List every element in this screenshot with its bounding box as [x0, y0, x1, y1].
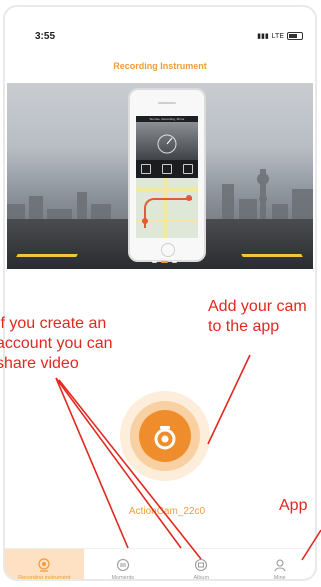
album-icon [195, 558, 208, 572]
dashcam-icon [154, 426, 176, 450]
tab-label: Moments [111, 575, 135, 581]
annotation-share-line1: If you create an [0, 315, 107, 332]
annotation-app: App [279, 497, 308, 514]
tab-recording-instrument[interactable]: Recording instrument [5, 549, 84, 581]
share-icon [116, 558, 129, 572]
network-label: LTE [271, 32, 284, 40]
speedometer-icon [157, 134, 177, 154]
phone-frame: 3:55 ▮▮▮ LTE Recording Instrument Sunris… [3, 5, 317, 581]
road-lane-mark [241, 254, 303, 257]
tab-mine[interactable]: Mine [241, 549, 316, 581]
camera-icon [38, 558, 50, 572]
map-pin-icon [142, 218, 148, 224]
page-title: Recording Instrument [113, 61, 207, 71]
phone-mockup-screen: Sunrise, Recording, Mirror [136, 116, 198, 238]
status-indicators: ▮▮▮ LTE [257, 32, 303, 40]
person-icon [274, 559, 286, 572]
map-pin-icon [186, 195, 192, 201]
tab-label: Mine [273, 575, 286, 581]
tab-label: Recording instrument [18, 575, 71, 581]
annotation-share-line3: share video [0, 355, 79, 372]
phone-mockup-image: Sunrise, Recording, Mirror [128, 88, 206, 262]
annotation-share-line2: account you can [0, 335, 113, 352]
status-time: 3:55 [35, 31, 56, 42]
mockup-buttons [136, 160, 198, 178]
tab-moments[interactable]: Moments [84, 549, 163, 581]
annotation-add-cam-line1: Add your cam [208, 298, 307, 315]
phone-home-button [161, 243, 175, 257]
phone-speaker [158, 102, 176, 104]
status-bar: 3:55 ▮▮▮ LTE [5, 7, 315, 47]
annotation-add-cam-line2: to the app [208, 318, 280, 335]
promo-banner[interactable]: Sunrise, Recording, Mirror [7, 83, 313, 269]
bottom-tab-bar: Recording instrument Moments Album Mine [5, 548, 316, 581]
mockup-map [136, 178, 198, 238]
battery-icon [287, 32, 303, 40]
carousel-indicator[interactable] [152, 261, 177, 263]
tab-label: Album [193, 575, 210, 581]
device-name-label[interactable]: ActionCam_22c0 [117, 506, 217, 517]
road-lane-mark [16, 254, 78, 257]
signal-icon: ▮▮▮ [257, 33, 269, 40]
tab-album[interactable]: Album [162, 549, 241, 581]
mockup-camera-view [136, 122, 198, 160]
